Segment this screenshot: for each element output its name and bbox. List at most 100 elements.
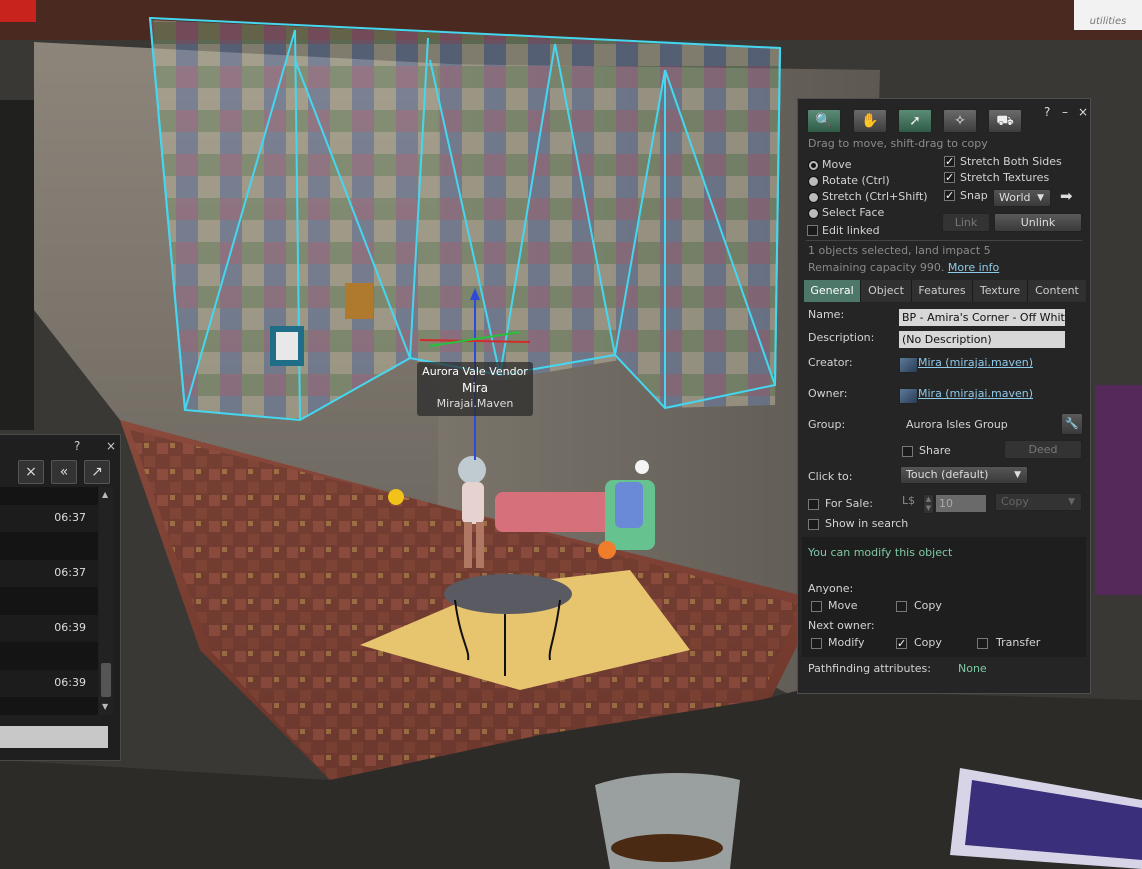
anyone-move-label: Move: [828, 599, 858, 612]
move-tool-button[interactable]: ✋: [853, 109, 887, 133]
owner-label: Owner:: [808, 387, 848, 400]
price-stepper[interactable]: ▲ ▼: [923, 494, 934, 514]
grid-options-arrow-icon[interactable]: ➡: [1060, 187, 1073, 205]
sale-type-value: Copy: [1001, 495, 1029, 508]
currency-label: L$: [902, 494, 916, 507]
owner-avatar-icon: [899, 388, 918, 404]
price-input[interactable]: 10: [936, 495, 986, 512]
move-radio[interactable]: [808, 160, 819, 171]
deed-button[interactable]: Deed: [1004, 440, 1082, 459]
share-checkbox[interactable]: [902, 446, 913, 457]
focus-tool-button[interactable]: 🔍: [807, 109, 841, 133]
set-group-button[interactable]: 🔧: [1061, 413, 1083, 435]
tab-features[interactable]: Features: [912, 280, 973, 302]
list-item[interactable]: 06:39: [0, 670, 98, 697]
edit-linked-checkbox[interactable]: [807, 225, 818, 236]
rotate-radio[interactable]: [808, 176, 819, 187]
message-time: 06:39: [54, 621, 86, 634]
conversation-scrollbar[interactable]: ▲ ▼: [99, 487, 113, 715]
tab-general[interactable]: General: [804, 280, 861, 302]
tool-hint: Drag to move, shift-drag to copy: [808, 137, 988, 150]
scroll-down-icon[interactable]: ▼: [102, 702, 108, 711]
name-field[interactable]: BP - Amira's Corner - Off White: [899, 309, 1065, 326]
message-time: 06:39: [54, 676, 86, 689]
next-owner-modify-label: Modify: [828, 636, 865, 649]
snap-mode-dropdown[interactable]: World ▼: [993, 189, 1051, 207]
rotate-label: Rotate (Ctrl): [822, 174, 890, 187]
build-tools-window: 🔍 ✋ ➚ ✧ ⛟ ? – × Drag to move, shift-drag…: [797, 98, 1091, 694]
show-in-search-checkbox[interactable]: [808, 519, 819, 530]
next-owner-copy-checkbox[interactable]: ✓: [896, 638, 907, 649]
collapse-button[interactable]: «: [51, 460, 77, 484]
select-face-radio[interactable]: [808, 208, 819, 219]
more-info-link[interactable]: More info: [948, 261, 999, 274]
stretch-both-checkbox[interactable]: ✓: [944, 156, 955, 167]
minimize-button[interactable]: –: [1062, 105, 1068, 119]
unlink-button[interactable]: Unlink: [994, 213, 1082, 232]
snap-checkbox[interactable]: ✓: [944, 190, 955, 201]
click-to-label: Click to:: [808, 470, 853, 483]
message-time: 06:37: [54, 511, 86, 524]
group-name: Aurora Isles Group: [906, 418, 1008, 431]
stretch-textures-checkbox[interactable]: ✓: [944, 172, 955, 183]
name-tag-display-name: Mira: [462, 381, 488, 395]
next-owner-modify-checkbox[interactable]: [811, 638, 822, 649]
click-action-dropdown[interactable]: Touch (default) ▼: [900, 466, 1028, 484]
pathfinding-label: Pathfinding attributes:: [808, 662, 931, 675]
owner-link[interactable]: Mira (mirajai.maven): [918, 387, 1033, 400]
conversation-list[interactable]: 06:37 06:37 06:39 06:39: [0, 487, 98, 715]
snap-mode-value: World: [999, 191, 1031, 204]
tab-texture[interactable]: Texture: [973, 280, 1028, 302]
tear-off-button[interactable]: ↗: [84, 460, 110, 484]
next-owner-label: Next owner:: [808, 619, 875, 632]
anyone-label: Anyone:: [808, 582, 854, 595]
select-face-label: Select Face: [822, 206, 885, 219]
tab-object[interactable]: Object: [861, 280, 912, 302]
edit-tool-button[interactable]: ➚: [898, 109, 932, 133]
svg-text:utilities: utilities: [1090, 16, 1127, 27]
close-button[interactable]: ×: [1078, 105, 1088, 119]
list-item[interactable]: 06:39: [0, 615, 98, 642]
create-tool-button[interactable]: ✧: [943, 109, 977, 133]
close-button[interactable]: ×: [106, 439, 116, 453]
for-sale-label: For Sale:: [825, 497, 873, 510]
description-field[interactable]: (No Description): [899, 331, 1065, 348]
scroll-thumb[interactable]: [101, 663, 111, 697]
link-button[interactable]: Link: [942, 213, 990, 232]
chevron-down-icon: ▼: [1014, 470, 1021, 480]
stretch-textures-label: Stretch Textures: [960, 171, 1050, 184]
list-item[interactable]: 06:37: [0, 505, 98, 532]
avatar-name-tag: Aurora Vale Vendor Mira Mirajai.Maven: [417, 362, 533, 416]
anyone-copy-checkbox[interactable]: [896, 601, 907, 612]
wand-icon: ✧: [954, 113, 966, 129]
list-item[interactable]: 06:37: [0, 560, 98, 587]
wrench-icon: 🔧: [1065, 417, 1079, 430]
help-button[interactable]: ?: [74, 439, 80, 453]
close-tab-button[interactable]: ×: [18, 460, 44, 484]
sale-type-dropdown[interactable]: Copy ▼: [995, 493, 1082, 511]
show-in-search-label: Show in search: [825, 517, 909, 530]
list-item[interactable]: [0, 642, 98, 669]
creator-label: Creator:: [808, 356, 853, 369]
land-tool-button[interactable]: ⛟: [988, 109, 1022, 133]
next-owner-transfer-checkbox[interactable]: [977, 638, 988, 649]
message-time: 06:37: [54, 566, 86, 579]
chevron-down-icon: ▼: [1037, 193, 1044, 203]
list-item[interactable]: [0, 532, 98, 559]
list-item[interactable]: [0, 587, 98, 614]
stretch-both-label: Stretch Both Sides: [960, 155, 1062, 168]
chat-input[interactable]: [0, 726, 108, 748]
stretch-radio[interactable]: [808, 192, 819, 203]
creator-link[interactable]: Mira (mirajai.maven): [918, 356, 1033, 369]
chevron-down-icon: ▼: [1068, 497, 1075, 507]
scroll-up-icon[interactable]: ▲: [102, 490, 108, 499]
for-sale-checkbox[interactable]: [808, 499, 819, 510]
remaining-capacity: Remaining capacity 990. More info: [808, 261, 999, 274]
anyone-move-checkbox[interactable]: [811, 601, 822, 612]
next-owner-copy-label: Copy: [914, 636, 942, 649]
edit-linked-label: Edit linked: [822, 224, 880, 237]
help-button[interactable]: ?: [1044, 105, 1050, 119]
divider: [806, 240, 1082, 241]
tab-content[interactable]: Content: [1028, 280, 1086, 302]
conversation-header: ? ×: [0, 435, 120, 457]
